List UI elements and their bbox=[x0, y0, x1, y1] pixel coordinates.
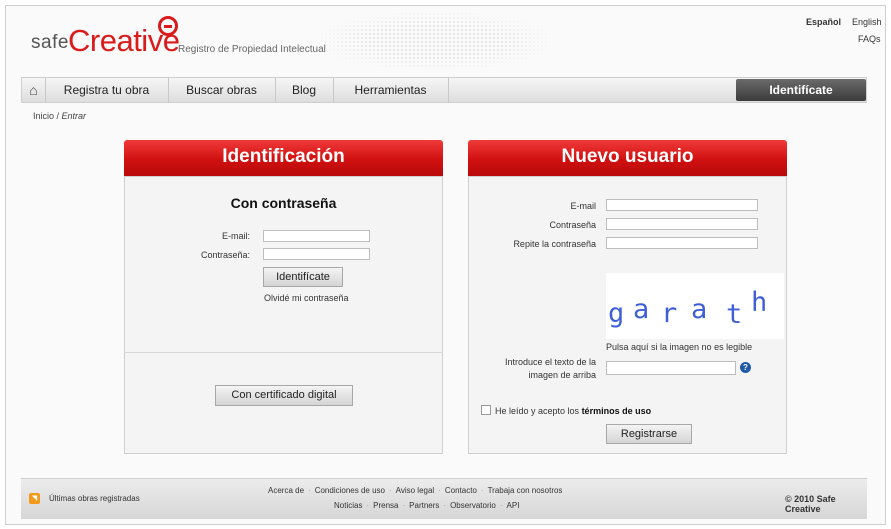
breadcrumb-home-link[interactable]: Inicio bbox=[33, 111, 54, 121]
logo-mark-icon bbox=[158, 16, 178, 36]
tagline: Registro de Propiedad Intelectual bbox=[178, 44, 326, 55]
captcha-refresh-link[interactable]: Pulsa aquí si la imagen no es legible bbox=[606, 342, 752, 352]
login-subtitle: Con contraseña bbox=[230, 195, 337, 211]
captcha-char: a bbox=[633, 294, 650, 325]
footer-links-row2: Noticias · Prensa · Partners · Observatorio · AP… bbox=[334, 501, 519, 510]
rss-icon[interactable]: ◥ bbox=[29, 493, 40, 504]
login-password-input[interactable] bbox=[263, 248, 370, 260]
register-repeat-input[interactable] bbox=[606, 237, 758, 249]
footer-separator: · bbox=[388, 486, 392, 495]
breadcrumb-current: Entrar bbox=[61, 111, 87, 121]
nav-item-buscar[interactable]: Buscar obras bbox=[168, 78, 276, 102]
footer-link-noticias[interactable]: Noticias bbox=[334, 501, 362, 510]
captcha-char: g bbox=[608, 298, 625, 329]
footer-link-condiciones[interactable]: Condiciones de uso bbox=[315, 486, 385, 495]
logo-text-safe: safe bbox=[31, 32, 69, 53]
footer-link-acerca[interactable]: Acerca de bbox=[268, 486, 304, 495]
footer-links-row1: Acerca de · Condiciones de uso · Aviso legal… bbox=[268, 486, 562, 495]
breadcrumb-separator: / bbox=[54, 111, 62, 121]
register-password-label: Contraseña bbox=[549, 220, 596, 230]
copyright: © 2010 Safe Creative bbox=[785, 494, 836, 514]
login-email-label: E-mail: bbox=[221, 231, 250, 241]
footer-link-contacto[interactable]: Contacto bbox=[445, 486, 477, 495]
home-icon[interactable]: ⌂ bbox=[22, 78, 46, 102]
login-panel-title: Identificación bbox=[124, 140, 443, 176]
captcha-char: h bbox=[751, 287, 768, 318]
register-repeat-label: Repite la contraseña bbox=[513, 239, 596, 249]
footer-link-aviso[interactable]: Aviso legal bbox=[396, 486, 435, 495]
terms-checkbox[interactable] bbox=[481, 405, 491, 415]
footer-separator: · bbox=[402, 501, 406, 510]
digital-certificate-button[interactable]: Con certificado digital bbox=[215, 385, 353, 406]
terms-label: He leído y acepto los términos de uso bbox=[495, 406, 651, 416]
captcha-label-line1: Introduce el texto de la bbox=[504, 357, 596, 367]
breadcrumb: Inicio / Entrar bbox=[33, 111, 86, 121]
captcha-char: t bbox=[726, 299, 743, 330]
login-email-input[interactable] bbox=[263, 230, 370, 242]
footer-link-api[interactable]: API bbox=[507, 501, 520, 510]
login-panel: Con contraseña bbox=[124, 176, 443, 454]
captcha-char: a bbox=[691, 294, 708, 325]
faqs-link[interactable]: FAQs bbox=[858, 34, 881, 44]
footer-link-prensa[interactable]: Prensa bbox=[373, 501, 398, 510]
help-icon[interactable]: ? bbox=[740, 362, 751, 373]
footer-separator: · bbox=[308, 486, 311, 495]
footer: ◥ Últimas obras registradas Acerca de · Co… bbox=[21, 478, 867, 519]
world-map-decoration bbox=[320, 12, 550, 70]
nav-item-blog[interactable]: Blog bbox=[275, 78, 334, 102]
login-submit-button[interactable]: Identifícate bbox=[263, 267, 343, 287]
language-english-link[interactable]: English bbox=[852, 17, 882, 27]
latest-works-link[interactable]: Últimas obras registradas bbox=[49, 494, 140, 503]
login-password-label: Contraseña: bbox=[200, 250, 250, 260]
login-panel-divider bbox=[124, 352, 443, 353]
captcha-input[interactable] bbox=[606, 361, 736, 375]
footer-separator: · bbox=[443, 501, 447, 510]
footer-link-trabaja[interactable]: Trabaja con nosotros bbox=[488, 486, 563, 495]
register-email-label: E-mail bbox=[570, 201, 596, 211]
terms-prefix: He leído y acepto los bbox=[495, 406, 582, 416]
footer-separator: · bbox=[480, 486, 484, 495]
footer-separator: · bbox=[499, 501, 503, 510]
language-spanish-link[interactable]: Español bbox=[806, 17, 841, 27]
captcha-label-line2: imagen de arriba bbox=[528, 370, 596, 380]
terms-link[interactable]: términos de uso bbox=[582, 406, 652, 416]
main-nav: ⌂ Registra tu obra Buscar obras Blog Her… bbox=[21, 77, 867, 103]
captcha-char: r bbox=[661, 298, 678, 329]
register-email-input[interactable] bbox=[606, 199, 758, 211]
nav-item-herramientas[interactable]: Herramientas bbox=[333, 78, 449, 102]
nav-login-button[interactable]: Identifícate bbox=[736, 79, 866, 101]
footer-separator: · bbox=[438, 486, 441, 495]
nav-item-registra[interactable]: Registra tu obra bbox=[45, 78, 169, 102]
register-password-input[interactable] bbox=[606, 218, 758, 230]
footer-link-partners[interactable]: Partners bbox=[409, 501, 439, 510]
register-panel-title: Nuevo usuario bbox=[468, 140, 787, 176]
captcha-image: g a r a t h bbox=[606, 273, 784, 339]
register-submit-button[interactable]: Registrarse bbox=[606, 424, 692, 444]
footer-link-observatorio[interactable]: Observatorio bbox=[450, 501, 496, 510]
footer-separator: · bbox=[366, 501, 370, 510]
forgot-password-link[interactable]: Olvidé mi contraseña bbox=[264, 293, 349, 303]
